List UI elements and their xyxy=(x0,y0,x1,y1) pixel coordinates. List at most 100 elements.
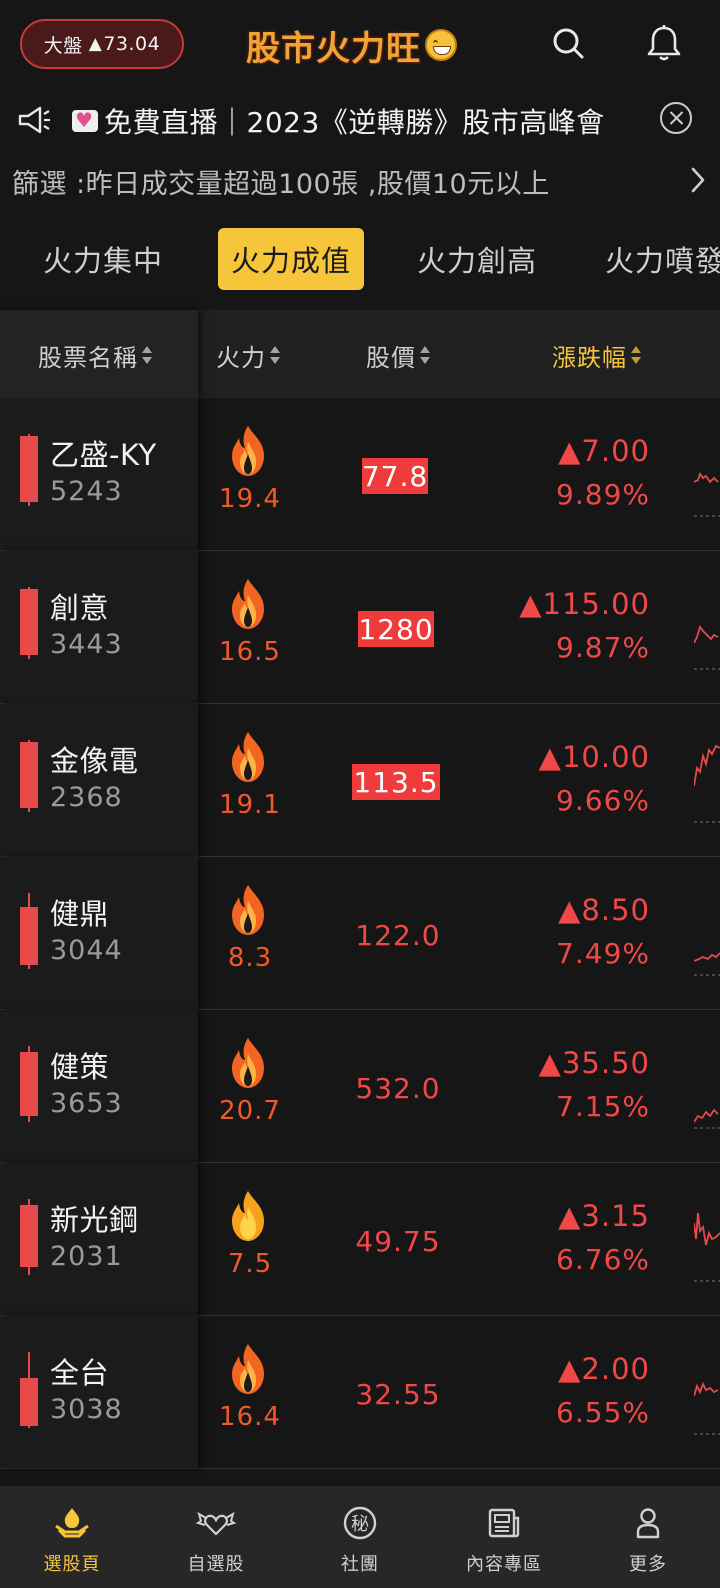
stock-list: 乙盛-KY 5243 19.4 77.8 ▲7.00 9.89% 創意 3443 16.5 128… xyxy=(0,398,720,1486)
column-name-label: 股票名稱 xyxy=(38,344,138,372)
nav-label: 選股頁 xyxy=(43,1554,101,1575)
bottom-navigation: 選股頁 自選股 秘 社團 內容專區 更多 xyxy=(0,1486,720,1588)
app-header: 大盤 ▲ 73.04 股市火力旺 xyxy=(0,0,720,88)
fire-value: 20.7 xyxy=(219,1096,281,1126)
winged-heart-icon xyxy=(195,1511,237,1536)
market-index-pill[interactable]: 大盤 ▲ 73.04 xyxy=(20,19,184,69)
newspaper-icon xyxy=(488,1508,520,1538)
nav-more[interactable]: 更多 xyxy=(576,1486,720,1588)
price-change: ▲115.00 xyxy=(519,587,650,621)
sort-change-button[interactable]: 漲跌幅 xyxy=(552,338,642,373)
stock-name: 健鼎 xyxy=(50,897,110,931)
candlestick-icon xyxy=(20,857,38,1010)
percent-change: 9.89% xyxy=(556,478,650,511)
stock-code: 3443 xyxy=(50,629,123,660)
nav-content[interactable]: 內容專區 xyxy=(432,1486,576,1588)
tab-fire-high[interactable]: 火力創高 xyxy=(402,228,552,290)
tab-fire-value[interactable]: 火力成值 xyxy=(218,228,364,290)
stock-code: 3044 xyxy=(50,935,123,966)
market-label: 大盤 xyxy=(43,34,83,57)
candlestick-icon xyxy=(20,1316,38,1469)
app-logo: 股市火力旺 xyxy=(246,20,457,70)
sort-active-icon xyxy=(630,343,642,369)
nav-label: 更多 xyxy=(629,1554,667,1575)
table-header: 股票名稱 火力 股價 漲跌幅 xyxy=(0,310,720,398)
fire-value: 8.3 xyxy=(227,943,273,973)
stock-price: 113.5 xyxy=(352,764,440,800)
percent-change: 9.66% xyxy=(556,784,650,817)
flame-yellow-icon xyxy=(226,1189,270,1243)
stock-row[interactable]: 金像電 2368 19.1 113.5 ▲10.00 9.66% xyxy=(0,704,720,857)
price-change: ▲10.00 xyxy=(538,740,650,774)
fire-value: 19.4 xyxy=(219,484,281,514)
nav-community[interactable]: 秘 社團 xyxy=(288,1486,432,1588)
stock-row[interactable]: 健鼎 3044 8.3 122.0 ▲8.50 7.49% xyxy=(0,857,720,1010)
stock-price: 1280 xyxy=(358,611,434,647)
stock-row[interactable]: 乙盛-KY 5243 19.4 77.8 ▲7.00 9.89% xyxy=(0,398,720,551)
stock-name: 乙盛-KY xyxy=(50,438,157,472)
flame-icon xyxy=(226,424,270,478)
stock-name: 全台 xyxy=(50,1356,110,1390)
percent-change: 6.55% xyxy=(556,1396,650,1429)
stock-name: 新光鋼 xyxy=(50,1203,139,1237)
price-change: ▲7.00 xyxy=(558,434,650,468)
nav-label: 內容專區 xyxy=(466,1554,542,1575)
sort-price-button[interactable]: 股價 xyxy=(366,338,431,373)
stock-price: 77.8 xyxy=(361,458,429,494)
sort-name-button[interactable]: 股票名稱 xyxy=(38,338,153,373)
column-fire-label: 火力 xyxy=(216,344,266,372)
chevron-right-icon xyxy=(691,167,705,193)
tab-fire-concentrate[interactable]: 火力集中 xyxy=(28,228,178,290)
notification-button[interactable] xyxy=(642,22,686,66)
price-change: ▲3.15 xyxy=(558,1199,650,1233)
stock-code: 2368 xyxy=(50,782,123,813)
announcement-bar[interactable]: 免費直播｜2023《逆轉勝》股市高峰會 xyxy=(0,92,720,152)
search-button[interactable] xyxy=(546,22,590,66)
stock-price: 49.75 xyxy=(355,1224,441,1258)
stock-code: 2031 xyxy=(50,1241,123,1272)
flame-icon xyxy=(226,577,270,631)
announcement-text: 免費直播｜2023《逆轉勝》股市高峰會 xyxy=(104,106,605,139)
sparkline-chart xyxy=(694,625,720,670)
sparkline-chart xyxy=(694,472,720,517)
fire-value: 16.4 xyxy=(219,1402,281,1432)
sparkline-chart xyxy=(694,952,720,976)
percent-change: 9.87% xyxy=(556,631,650,664)
stock-price: 532.0 xyxy=(355,1071,441,1105)
app-title: 股市火力旺 xyxy=(246,28,421,69)
nav-watchlist[interactable]: 自選股 xyxy=(144,1486,288,1588)
bell-icon xyxy=(647,25,681,61)
heart-emoji-icon xyxy=(72,108,98,132)
price-change: ▲2.00 xyxy=(558,1352,650,1386)
filter-bar[interactable]: 篩選 :昨日成交量超過100張 ,股價10元以上 xyxy=(0,152,720,208)
up-triangle-icon: ▲ xyxy=(88,34,103,54)
stock-row[interactable]: 創意 3443 16.5 1280 ▲115.00 9.87% xyxy=(0,551,720,704)
stock-pick-icon xyxy=(55,1508,89,1538)
stock-code: 3653 xyxy=(50,1088,123,1119)
filter-text: 篩選 :昨日成交量超過100張 ,股價10元以上 xyxy=(12,169,550,200)
price-change: ▲8.50 xyxy=(558,893,650,927)
stock-code: 5243 xyxy=(50,476,123,507)
tab-fire-burst[interactable]: 火力噴發 xyxy=(590,228,720,290)
stock-row[interactable]: 健策 3653 20.7 532.0 ▲35.50 7.15% xyxy=(0,1010,720,1163)
flame-icon xyxy=(226,1342,270,1396)
candlestick-icon xyxy=(20,398,38,551)
category-tabs: 火力集中 火力成值 火力創高 火力噴發 xyxy=(0,222,720,294)
candlestick-icon xyxy=(20,704,38,857)
svg-text:秘: 秘 xyxy=(351,1514,369,1535)
stock-row[interactable]: 新光鋼 2031 7.5 49.75 ▲3.15 6.76% xyxy=(0,1163,720,1316)
megaphone-icon xyxy=(18,106,50,134)
sparkline-chart xyxy=(694,744,720,823)
close-announcement-icon[interactable] xyxy=(660,102,692,134)
person-icon xyxy=(636,1508,660,1539)
sparkline-chart xyxy=(694,1108,720,1129)
candlestick-icon xyxy=(20,1010,38,1163)
stock-row[interactable]: 全台 3038 16.4 32.55 ▲2.00 6.55% xyxy=(0,1316,720,1469)
stock-name: 創意 xyxy=(50,591,110,625)
percent-change: 7.49% xyxy=(556,937,650,970)
nav-label: 自選股 xyxy=(187,1554,245,1575)
sort-icon xyxy=(419,343,431,369)
percent-change: 6.76% xyxy=(556,1243,650,1276)
nav-stock-pick[interactable]: 選股頁 xyxy=(0,1486,144,1588)
sort-fire-button[interactable]: 火力 xyxy=(216,338,281,373)
